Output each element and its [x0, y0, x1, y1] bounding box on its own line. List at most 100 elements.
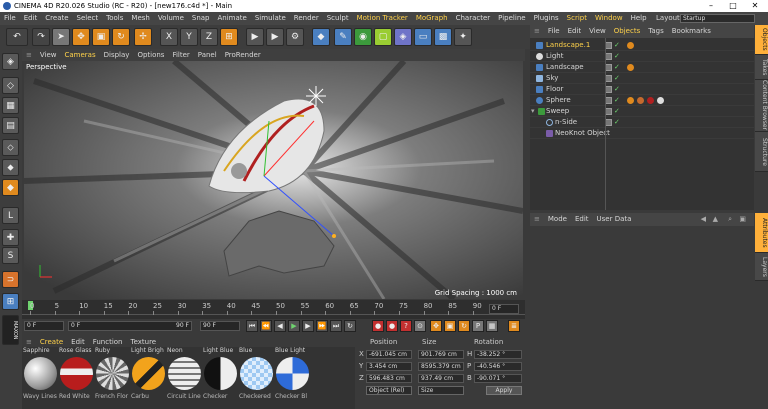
attributes-menu-edit[interactable]: Edit — [571, 213, 593, 226]
object-menu-tags[interactable]: Tags — [644, 25, 668, 38]
visibility-toggle[interactable] — [605, 42, 612, 49]
expand-arrow-icon[interactable]: ▾ — [531, 106, 535, 117]
next-frame-icon[interactable]: ▶ — [302, 320, 314, 332]
minimize-button[interactable]: – — [700, 0, 722, 12]
material-swatch[interactable]: Blue Checkered — [239, 347, 275, 409]
enabled-check-icon[interactable]: ✓ — [614, 73, 620, 84]
material-swatch[interactable]: Rose Glass Red White — [59, 347, 95, 409]
object-row[interactable]: NeoKnot Object — [530, 128, 754, 139]
rotate-icon[interactable]: ↻ — [112, 28, 130, 46]
viewport-menu-display[interactable]: Display — [100, 49, 134, 61]
menu-render[interactable]: Render — [290, 12, 323, 25]
menu-edit[interactable]: Edit — [20, 12, 42, 25]
material-tag-icon[interactable] — [637, 97, 644, 104]
rotation-p-field[interactable]: -40.546 ° — [474, 362, 522, 371]
coordinate-mode-select[interactable]: Object (Rel) — [366, 386, 412, 395]
object-row[interactable]: Sphere ✓ — [530, 95, 754, 106]
material-swatch[interactable]: Light Brigh Carbu — [131, 347, 167, 409]
object-menu-file[interactable]: File — [544, 25, 564, 38]
key-position-icon[interactable]: ✥ — [430, 320, 442, 332]
visibility-toggle[interactable] — [605, 86, 612, 93]
viewport-menu-prorender[interactable]: ProRender — [221, 49, 265, 61]
enabled-check-icon[interactable]: ✓ — [614, 95, 620, 106]
menu-plugins[interactable]: Plugins — [530, 12, 563, 25]
close-button[interactable]: ✕ — [744, 0, 766, 12]
current-frame-field[interactable]: 0 F — [24, 321, 64, 331]
z-axis-icon[interactable]: Z — [200, 28, 218, 46]
tab-content-browser[interactable]: Content Browser — [755, 80, 768, 132]
render-view-icon[interactable]: ▶ — [246, 28, 264, 46]
menu-animate[interactable]: Animate — [214, 12, 251, 25]
render-settings-icon[interactable]: ⚙ — [286, 28, 304, 46]
object-row[interactable]: Landscape.1 ✓ — [530, 40, 754, 51]
viewport-menu-options[interactable]: Options — [133, 49, 168, 61]
viewport-menu-cameras[interactable]: Cameras — [61, 49, 100, 61]
timeline-window-icon[interactable]: ≣ — [508, 320, 520, 332]
material-swatch[interactable]: Light Blue Checker — [203, 347, 239, 409]
enabled-check-icon[interactable]: ✓ — [614, 51, 620, 62]
visibility-toggle[interactable] — [605, 108, 612, 115]
autokey-icon[interactable]: ● — [386, 320, 398, 332]
menu-script[interactable]: Script — [563, 12, 591, 25]
polygons-mode-icon[interactable]: ◆ — [2, 179, 19, 196]
menu-snap[interactable]: Snap — [188, 12, 214, 25]
x-axis-icon[interactable]: X — [160, 28, 178, 46]
visibility-toggle[interactable] — [605, 75, 612, 82]
object-menu-view[interactable]: View — [585, 25, 610, 38]
viewport-menu-view[interactable]: View — [36, 49, 61, 61]
goto-start-icon[interactable]: ⏮ — [246, 320, 258, 332]
layout-select[interactable]: Startup — [680, 14, 755, 23]
tab-objects[interactable]: Objects — [755, 25, 768, 55]
enabled-check-icon[interactable]: ✓ — [614, 40, 620, 51]
scale-icon[interactable]: ▣ — [92, 28, 110, 46]
menu-motion-tracker[interactable]: Motion Tracker — [353, 12, 412, 25]
menu-help[interactable]: Help — [627, 12, 651, 25]
object-row[interactable]: Light ✓ — [530, 51, 754, 62]
enabled-check-icon[interactable]: ✓ — [614, 62, 620, 73]
attributes-menu-mode[interactable]: Mode — [544, 213, 571, 226]
rotation-b-field[interactable]: -90.071 ° — [474, 374, 522, 383]
tweak-mode-icon[interactable]: ✚ — [2, 229, 19, 246]
y-axis-icon[interactable]: Y — [180, 28, 198, 46]
material-tag-icon[interactable] — [657, 97, 664, 104]
apply-button[interactable]: Apply — [486, 386, 522, 395]
key-scale-icon[interactable]: ▣ — [444, 320, 456, 332]
axis-mode-icon[interactable]: L — [2, 207, 19, 224]
menu-mesh[interactable]: Mesh — [127, 12, 153, 25]
coordinate-system-icon[interactable]: ⊞ — [220, 28, 238, 46]
menu-sculpt[interactable]: Sculpt — [323, 12, 353, 25]
visibility-toggle[interactable] — [605, 119, 612, 126]
object-row[interactable]: n-Side ✓ — [530, 117, 754, 128]
menu-mograph[interactable]: MoGraph — [412, 12, 452, 25]
tag-icon[interactable] — [627, 64, 634, 71]
material-menu-function[interactable]: Function — [89, 337, 127, 347]
cube-icon[interactable]: ◆ — [312, 28, 330, 46]
grid-icon[interactable]: ⊞ — [2, 293, 19, 310]
deformer-icon[interactable]: ◈ — [394, 28, 412, 46]
menu-pipeline[interactable]: Pipeline — [494, 12, 529, 25]
undo-icon[interactable]: ↶ — [6, 28, 28, 46]
texture-mode-icon[interactable]: ▦ — [2, 97, 19, 114]
record-active-icon[interactable]: ● — [372, 320, 384, 332]
redo-icon[interactable]: ↷ — [32, 28, 50, 46]
attributes-menu-userdata[interactable]: User Data — [593, 213, 636, 226]
material-swatch[interactable]: Neon Circuit Line — [167, 347, 203, 409]
object-row[interactable]: Landscape ✓ — [530, 62, 754, 73]
enabled-check-icon[interactable]: ✓ — [614, 117, 620, 128]
size-x-field[interactable]: 901.769 cm — [418, 350, 464, 359]
goto-end-icon[interactable]: ⏭ — [330, 320, 342, 332]
visibility-toggle[interactable] — [605, 97, 612, 104]
search-icon[interactable]: ⌕ — [724, 213, 736, 226]
material-swatch[interactable]: Blue Light Checker Bl — [275, 347, 311, 409]
menu-file[interactable]: File — [0, 12, 20, 25]
menu-create[interactable]: Create — [41, 12, 72, 25]
edges-mode-icon[interactable]: ⬥ — [2, 159, 19, 176]
workplane-icon[interactable]: ▤ — [2, 117, 19, 134]
points-mode-icon[interactable]: ⬦ — [2, 139, 19, 156]
viewport-menu-icon[interactable]: ≡ — [22, 49, 36, 61]
preview-range-slider[interactable]: 0 F 90 F — [68, 321, 192, 331]
material-menu-icon[interactable]: ≡ — [22, 337, 36, 347]
position-z-field[interactable]: 596.483 cm — [366, 374, 412, 383]
schedule-icon[interactable]: ⊙ — [414, 320, 426, 332]
tag-icon[interactable] — [627, 97, 634, 104]
